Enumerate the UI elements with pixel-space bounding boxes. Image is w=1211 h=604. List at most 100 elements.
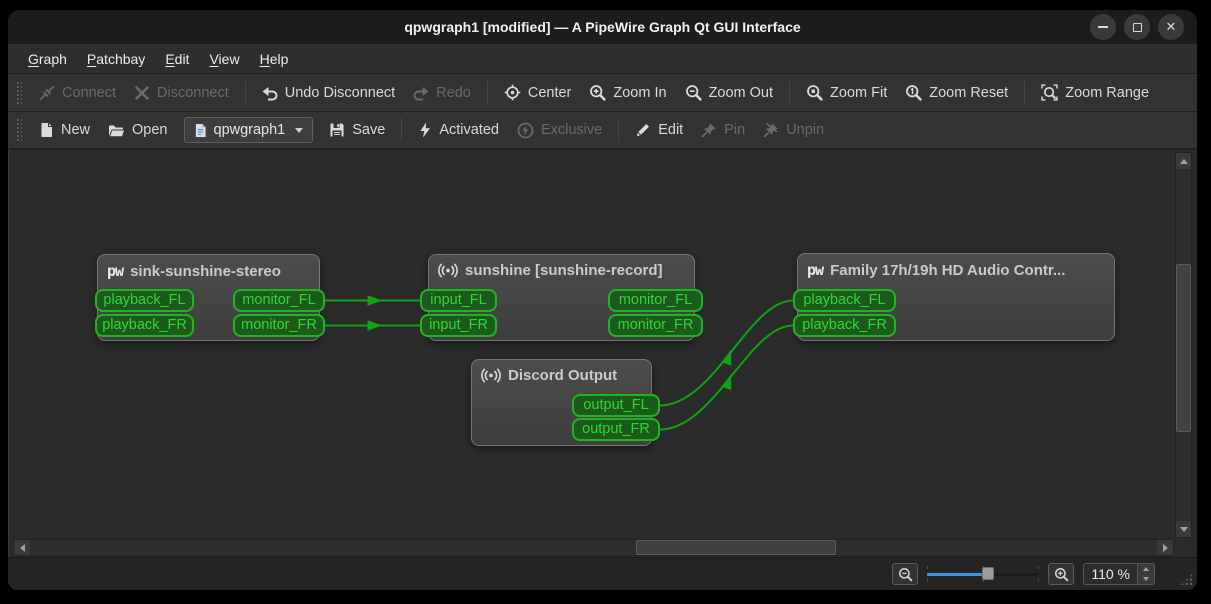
toolbar-separator — [244, 80, 246, 105]
unpin-button[interactable]: Unpin — [754, 117, 833, 143]
zoom-in-icon — [590, 85, 607, 101]
horizontal-scroll-thumb[interactable] — [636, 540, 836, 555]
edit-button[interactable]: Edit — [626, 117, 692, 143]
toolbar-separator — [618, 118, 620, 142]
scroll-left-button[interactable] — [14, 540, 30, 555]
maximize-icon — [1132, 22, 1142, 32]
port-input[interactable]: playback_FL — [95, 289, 194, 312]
undo-disconnect-button[interactable]: Undo Disconnect — [253, 80, 404, 106]
stream-icon — [438, 263, 458, 278]
pin-icon — [701, 123, 717, 138]
arrow-left-icon — [19, 543, 25, 552]
connection[interactable] — [659, 324, 794, 431]
statusbar: 110 % — [8, 557, 1197, 590]
connection[interactable] — [325, 295, 420, 306]
menu-help[interactable]: Help — [250, 47, 299, 71]
zoom-spinbox[interactable]: 110 % — [1083, 563, 1155, 585]
activated-button[interactable]: Activated — [409, 117, 508, 143]
zoom-in-small-button[interactable] — [1048, 563, 1075, 585]
pipewire-icon: pw — [107, 262, 124, 280]
session-combobox[interactable]: qpwgraph1 — [183, 117, 314, 143]
scroll-up-button[interactable] — [1176, 153, 1191, 169]
port-output[interactable]: output_FL — [572, 394, 660, 417]
node-title: Family 17h/19h HD Audio Contr... — [830, 261, 1066, 279]
pin-button[interactable]: Pin — [692, 117, 754, 143]
menu-patchbay[interactable]: Patchbay — [77, 47, 155, 71]
disconnect-button[interactable]: Disconnect — [125, 80, 238, 106]
open-folder-icon — [109, 125, 126, 137]
close-button[interactable]: ✕ — [1158, 14, 1184, 40]
port-output[interactable]: monitor_FR — [608, 314, 703, 337]
port-output[interactable]: monitor_FL — [608, 289, 703, 312]
zoom-out-icon — [898, 567, 913, 581]
menu-view[interactable]: View — [199, 47, 249, 71]
minimize-icon — [1098, 26, 1108, 28]
redo-button[interactable]: Redo — [404, 80, 480, 106]
center-button[interactable]: Center — [495, 79, 581, 106]
zoom-fit-button[interactable]: Zoom Fit — [797, 79, 896, 106]
window-controls: ✕ — [1090, 14, 1184, 40]
vertical-scrollbar[interactable] — [1175, 152, 1192, 538]
node-title: Discord Output — [508, 367, 618, 384]
toolbar-separator — [401, 118, 403, 142]
toolbar-drag-handle[interactable] — [16, 118, 22, 142]
zoom-out-button[interactable]: Zoom Out — [676, 79, 782, 106]
activated-bolt-icon — [420, 122, 431, 138]
new-button[interactable]: New — [30, 117, 99, 143]
spin-up-button[interactable] — [1138, 564, 1154, 574]
pipewire-icon: pw — [807, 261, 824, 279]
titlebar[interactable]: qpwgraph1 [modified] — A PipeWire Graph … — [8, 10, 1197, 44]
exclusive-button[interactable]: Exclusive — [508, 117, 611, 144]
zoom-in-icon — [1054, 567, 1069, 581]
slider-handle[interactable] — [981, 567, 994, 580]
zoom-slider[interactable] — [927, 564, 1040, 584]
scroll-right-button[interactable] — [1157, 540, 1173, 555]
connect-button[interactable]: Connect — [30, 80, 125, 106]
new-file-icon — [41, 123, 52, 137]
scroll-down-button[interactable] — [1176, 521, 1191, 537]
horizontal-scrollbar[interactable] — [13, 539, 1174, 556]
zoom-out-small-button[interactable] — [892, 563, 919, 585]
redo-icon — [413, 86, 429, 100]
file-toolbar: New Open qpwgraph1 Save Activated Exclus… — [8, 112, 1197, 149]
resize-grip[interactable] — [1180, 573, 1193, 586]
save-button[interactable]: Save — [320, 117, 394, 143]
session-name: qpwgraph1 — [213, 122, 286, 138]
arrow-up-icon — [1179, 158, 1188, 164]
arrow-up-icon — [1143, 567, 1149, 571]
minimize-button[interactable] — [1090, 14, 1116, 40]
zoom-reset-button[interactable]: Zoom Reset — [896, 79, 1017, 106]
graph-canvas[interactable]: pw sink-sunshine-stereo playback_FL play… — [8, 149, 1197, 557]
center-icon — [504, 84, 521, 101]
port-input[interactable]: playback_FR — [95, 314, 194, 337]
zoom-reset-icon — [906, 85, 922, 101]
toolbar-separator — [486, 80, 488, 105]
menu-edit[interactable]: Edit — [155, 47, 199, 71]
port-output[interactable]: monitor_FR — [233, 314, 325, 337]
port-input[interactable]: input_FR — [420, 314, 497, 337]
connection[interactable] — [325, 320, 420, 331]
spin-down-button[interactable] — [1138, 574, 1154, 584]
zoom-in-button[interactable]: Zoom In — [580, 79, 675, 106]
port-output[interactable]: monitor_FL — [233, 289, 325, 312]
undo-icon — [262, 86, 278, 100]
arrow-down-icon — [1179, 526, 1188, 532]
port-input[interactable]: playback_FR — [793, 314, 896, 337]
graph-toolbar: Connect Disconnect Undo Disconnect Redo … — [8, 74, 1197, 112]
menu-graph[interactable]: Graph — [18, 47, 77, 71]
port-output[interactable]: output_FR — [572, 418, 660, 441]
zoom-range-button[interactable]: Zoom Range — [1032, 79, 1158, 106]
port-input[interactable]: input_FL — [420, 289, 497, 312]
maximize-button[interactable] — [1124, 14, 1150, 40]
toolbar-drag-handle[interactable] — [16, 80, 22, 105]
open-button[interactable]: Open — [99, 117, 176, 143]
slider-tick — [1038, 579, 1040, 582]
exclusive-icon — [517, 122, 534, 138]
port-input[interactable]: playback_FL — [793, 289, 896, 312]
window-title: qpwgraph1 [modified] — A PipeWire Graph … — [404, 19, 801, 35]
app-window: qpwgraph1 [modified] — A PipeWire Graph … — [8, 10, 1197, 590]
connections-layer — [325, 295, 794, 431]
vertical-scroll-thumb[interactable] — [1176, 264, 1191, 432]
save-icon — [330, 123, 344, 137]
toolbar-separator — [1024, 80, 1026, 105]
